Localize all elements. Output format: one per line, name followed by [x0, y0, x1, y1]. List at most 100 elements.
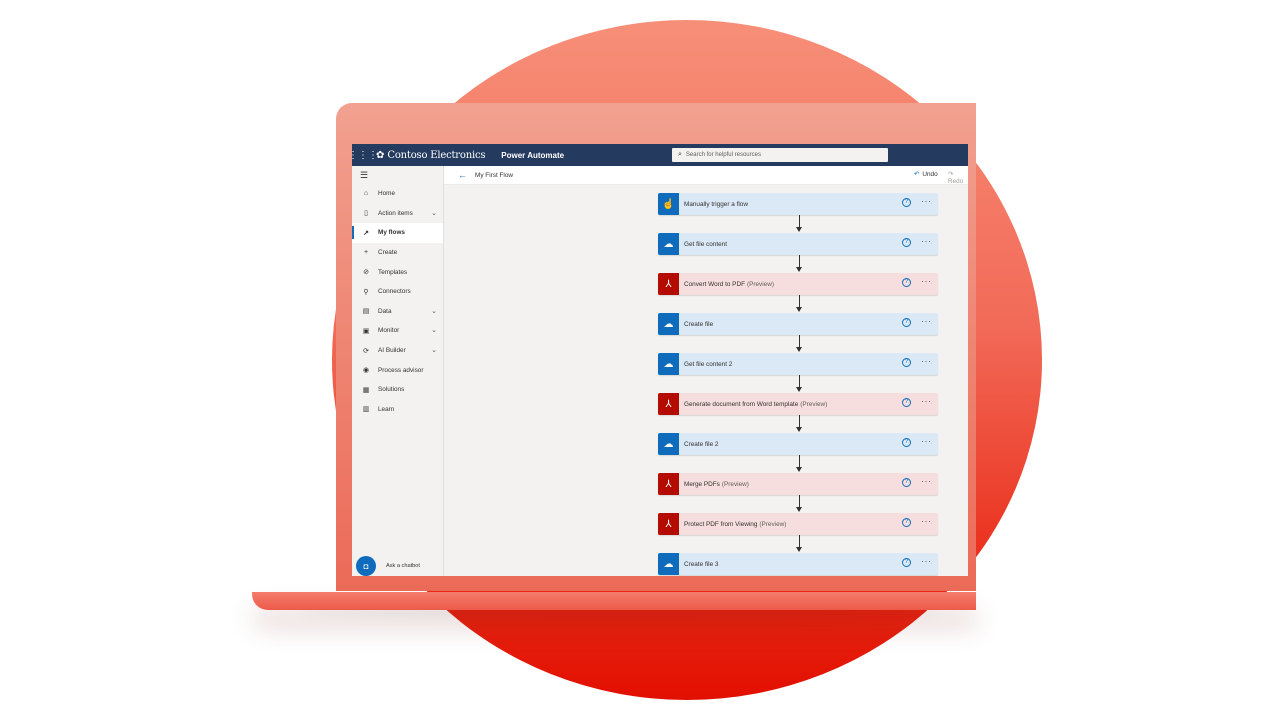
flow-step-card[interactable]: ⅄ Merge PDFs (Preview)? ··· [658, 473, 938, 495]
help-icon[interactable]: ? [902, 478, 911, 487]
chatbot-icon[interactable]: ◘ [356, 556, 376, 576]
flow-step-title: Get file content [684, 241, 727, 248]
connector-arrow[interactable] [795, 455, 805, 473]
chevron-down-icon[interactable]: ⌄ [431, 307, 437, 315]
contoso-logo-icon: ✿ [376, 149, 385, 161]
flow-step-card[interactable]: ⅄ Protect PDF from Viewing (Preview)? ··· [658, 513, 938, 535]
sidebar-item-label: Data [378, 307, 392, 315]
chevron-down-icon[interactable]: ⌄ [431, 326, 437, 334]
help-icon[interactable]: ? [902, 398, 911, 407]
more-options-icon[interactable]: ··· [921, 237, 932, 246]
app-name[interactable]: Power Automate [501, 151, 564, 160]
sidebar-item-my-flows[interactable]: ↗ My flows [352, 223, 443, 243]
connector-arrow[interactable] [795, 415, 805, 433]
sidebar-item-label: Create [378, 249, 398, 257]
brand[interactable]: ✿ Contoso Electronics [376, 150, 485, 161]
flow-step-card[interactable]: ⅄ Convert Word to PDF (Preview)? ··· [658, 273, 938, 295]
cloud-icon: ☁ [658, 313, 679, 335]
more-options-icon[interactable]: ··· [921, 397, 932, 406]
connector-arrow[interactable] [795, 295, 805, 313]
flow-step-title: Create file [684, 321, 713, 328]
flow-step-name: Create file 2 [684, 440, 719, 448]
help-icon[interactable]: ? [902, 438, 911, 447]
adobe-pdf-icon: ⅄ [658, 513, 679, 535]
sidebar-item-solutions[interactable]: ▦ Solutions [352, 380, 443, 400]
chevron-down-icon[interactable]: ⌄ [431, 209, 437, 217]
more-options-icon[interactable]: ··· [921, 437, 932, 446]
help-icon[interactable]: ? [902, 558, 911, 567]
sidebar-item-learn[interactable]: ▥ Learn [352, 400, 443, 420]
undo-button[interactable]: ↶ Undo [914, 170, 938, 178]
connector-arrow[interactable] [795, 215, 805, 233]
waffle-icon[interactable]: ⋮⋮⋮ [352, 144, 378, 166]
hand-tap-icon: ☝ [658, 193, 679, 215]
redo-button[interactable]: ↷ Redo [948, 170, 968, 185]
flow-name: My First Flow [475, 171, 513, 179]
sidebar-item-label: Templates [378, 268, 408, 276]
flow-step-card[interactable]: ☁ Create file? ··· [658, 313, 938, 335]
cloud-icon: ☁ [658, 433, 679, 455]
connector-arrow[interactable] [795, 255, 805, 273]
flow-step-name: Manually trigger a flow [684, 200, 748, 208]
flow-step-card[interactable]: ☁ Create file 2? ··· [658, 433, 938, 455]
flow-step-name: Create file 3 [684, 560, 719, 568]
sidebar-item-home[interactable]: ⌂ Home [352, 184, 443, 204]
sidebar-item-create[interactable]: + Create [352, 243, 443, 263]
hamburger-icon[interactable]: ☰ [352, 166, 443, 184]
flow-step-card[interactable]: ☁ Get file content 2? ··· [658, 353, 938, 375]
chatbot-label: Ask a chatbot [386, 563, 420, 569]
more-options-icon[interactable]: ··· [921, 557, 932, 566]
search-input[interactable]: ⌕ Search for helpful resources [672, 148, 888, 162]
nav-list: ⌂ Home ▯ Action items ⌄ ↗ My flows + Create ⊘ Temp… [352, 184, 443, 419]
sidebar-item-monitor[interactable]: ▣ Monitor ⌄ [352, 321, 443, 341]
help-icon[interactable]: ? [902, 238, 911, 247]
arrow-down-icon [796, 427, 802, 432]
connector-arrow[interactable] [795, 335, 805, 353]
more-options-icon[interactable]: ··· [921, 317, 932, 326]
sidebar-item-connectors[interactable]: ⚲ Connectors [352, 282, 443, 302]
undo-label: Undo [922, 171, 938, 178]
arrow-down-icon [796, 227, 802, 232]
sidebar-item-ai-builder[interactable]: ⟳ AI Builder ⌄ [352, 341, 443, 361]
flow-step-card[interactable]: ☁ Create file 3? ··· [658, 553, 938, 575]
flow-step-name: Generate document from Word template [684, 400, 799, 408]
more-options-icon[interactable]: ··· [921, 277, 932, 286]
more-options-icon[interactable]: ··· [921, 197, 932, 206]
plus-icon: + [363, 249, 369, 257]
sidebar-item-label: Action items [378, 209, 413, 217]
more-options-icon[interactable]: ··· [921, 357, 932, 366]
flow-step-card[interactable]: ☝ Manually trigger a flow? ··· [658, 193, 938, 215]
connector-arrow[interactable] [795, 535, 805, 553]
arrow-down-icon [796, 467, 802, 472]
sidebar-item-label: Solutions [378, 386, 405, 394]
templates-icon: ⊘ [363, 269, 369, 277]
help-icon[interactable]: ? [902, 198, 911, 207]
arrow-down-icon [796, 307, 802, 312]
cloud-icon: ☁ [658, 353, 679, 375]
back-arrow-icon[interactable]: ← [458, 170, 467, 180]
sidebar-item-templates[interactable]: ⊘ Templates [352, 262, 443, 282]
preview-tag: (Preview) [759, 520, 787, 528]
more-options-icon[interactable]: ··· [921, 517, 932, 526]
help-icon[interactable]: ? [902, 278, 911, 287]
flow-icon: ↗ [363, 229, 369, 237]
help-icon[interactable]: ? [902, 318, 911, 327]
sidebar-item-label: Home [378, 190, 396, 198]
process-advisor-icon: ◉ [362, 367, 370, 375]
sidebar-item-action-items[interactable]: ▯ Action items ⌄ [352, 204, 443, 224]
flow-step-card[interactable]: ⅄ Generate document from Word template (Pr… [658, 393, 938, 415]
help-icon[interactable]: ? [902, 518, 911, 527]
connector-arrow[interactable] [795, 375, 805, 393]
sidebar-item-label: My flows [378, 229, 405, 237]
sidebar-item-data[interactable]: ▤ Data ⌄ [352, 302, 443, 322]
sidebar-item-process-advisor[interactable]: ◉ Process advisor [352, 360, 443, 380]
connector-arrow[interactable] [795, 495, 805, 513]
redo-label: Redo [948, 178, 964, 185]
more-options-icon[interactable]: ··· [921, 477, 932, 486]
connector-icon: ⚲ [363, 288, 369, 296]
chatbot-launcher[interactable]: ◘ Ask a chatbot [356, 556, 420, 576]
chevron-down-icon[interactable]: ⌄ [431, 346, 437, 354]
flow-step-card[interactable]: ☁ Get file content? ··· [658, 233, 938, 255]
help-icon[interactable]: ? [902, 358, 911, 367]
home-icon: ⌂ [363, 190, 369, 198]
